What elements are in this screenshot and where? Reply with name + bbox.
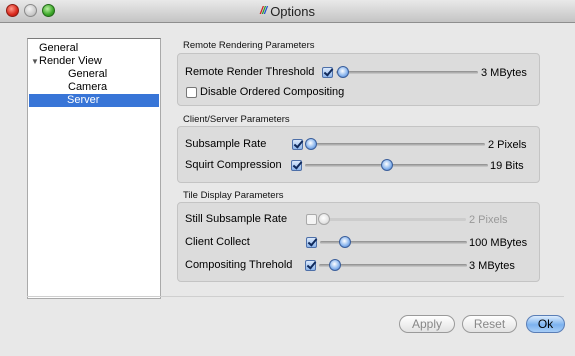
slider-knob[interactable] <box>381 159 394 171</box>
still-subsample-rate-label: Still Subsample Rate <box>185 213 288 225</box>
still-subsample-rate-slider[interactable] <box>318 213 466 225</box>
slider-knob[interactable] <box>338 236 351 248</box>
client-collect-checkbox[interactable] <box>306 237 317 248</box>
paraview-logo-icon: /// <box>260 5 267 17</box>
remote-rendering-group-title: Remote Rendering Parameters <box>183 40 315 51</box>
disable-ordered-compositing-label: Disable Ordered Compositing <box>200 86 345 98</box>
remote-rendering-group <box>177 53 540 106</box>
subsample-rate-label: Subsample Rate <box>185 138 267 150</box>
squirt-compression-value: 19 Bits <box>490 160 524 172</box>
client-collect-value: 100 MBytes <box>469 237 528 249</box>
client-server-group <box>177 126 540 183</box>
subsample-rate-slider[interactable] <box>305 138 485 150</box>
compositing-threshold-label: Compositing Threhold <box>185 259 293 271</box>
client-server-group-title: Client/Server Parameters <box>183 114 290 125</box>
reset-button[interactable]: Reset <box>462 315 517 333</box>
options-tree: General ▼ Render View General Camera Ser… <box>27 38 161 299</box>
remote-render-threshold-slider[interactable] <box>336 66 478 78</box>
tree-item-general[interactable]: General <box>39 42 78 55</box>
slider-knob[interactable] <box>318 213 331 225</box>
squirt-compression-checkbox[interactable] <box>291 160 302 171</box>
ok-button[interactable]: Ok <box>526 315 565 333</box>
still-subsample-rate-value: 2 Pixels <box>469 214 508 226</box>
compositing-threshold-value: 3 MBytes <box>469 260 515 272</box>
squirt-compression-label: Squirt Compression <box>185 159 282 171</box>
tree-item-render-general[interactable]: General <box>68 68 107 81</box>
slider-knob[interactable] <box>329 259 342 271</box>
window-title: Options <box>270 3 315 19</box>
bottom-separator <box>27 296 564 297</box>
client-collect-slider[interactable] <box>320 236 467 248</box>
slider-knob[interactable] <box>305 138 318 150</box>
remote-render-threshold-checkbox[interactable] <box>322 67 333 78</box>
tree-item-camera[interactable]: Camera <box>68 81 107 94</box>
title-bar: /// Options <box>0 0 575 23</box>
tile-display-group-title: Tile Display Parameters <box>183 190 284 201</box>
compositing-threshold-slider[interactable] <box>319 259 467 271</box>
tree-item-server[interactable]: Server <box>29 94 159 107</box>
squirt-compression-slider[interactable] <box>305 159 488 171</box>
options-window: /// Options General ▼ Render View Genera… <box>0 0 575 356</box>
apply-button[interactable]: Apply <box>399 315 455 333</box>
compositing-threshold-checkbox[interactable] <box>305 260 316 271</box>
slider-knob[interactable] <box>337 66 350 78</box>
remote-render-threshold-value: 3 MBytes <box>481 67 527 79</box>
subsample-rate-checkbox[interactable] <box>292 139 303 150</box>
tree-item-render-view[interactable]: Render View <box>39 55 102 68</box>
disclosure-triangle-icon[interactable]: ▼ <box>31 57 39 66</box>
disable-ordered-compositing-checkbox[interactable] <box>186 87 197 98</box>
still-subsample-rate-checkbox[interactable] <box>306 214 317 225</box>
remote-render-threshold-label: Remote Render Threshold <box>185 66 315 78</box>
subsample-rate-value: 2 Pixels <box>488 139 527 151</box>
client-collect-label: Client Collect <box>185 236 250 248</box>
